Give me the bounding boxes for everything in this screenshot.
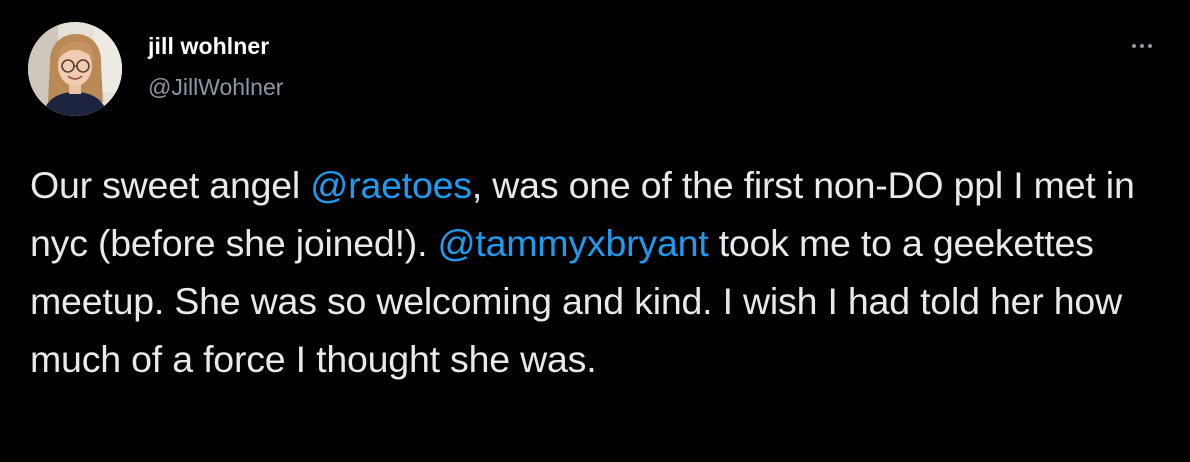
dot (1132, 44, 1136, 48)
dot (1140, 44, 1144, 48)
author-avatar[interactable] (28, 22, 122, 116)
dot (1148, 44, 1152, 48)
tweet-card: jill wohlner @JillWohlner Our sweet ange… (0, 0, 1190, 462)
avatar-photo-icon (28, 22, 122, 116)
mention-link-tammyxbryant[interactable]: @tammyxbryant (438, 222, 709, 264)
tweet-text-segment: Our sweet angel (30, 164, 311, 206)
author-handle[interactable]: @JillWohlner (148, 74, 283, 101)
tweet-text: Our sweet angel @raetoes, was one of the… (30, 156, 1170, 388)
more-options-icon[interactable] (1124, 36, 1160, 56)
mention-link-raetoes[interactable]: @raetoes (310, 164, 472, 206)
author-display-name[interactable]: jill wohlner (148, 33, 269, 60)
